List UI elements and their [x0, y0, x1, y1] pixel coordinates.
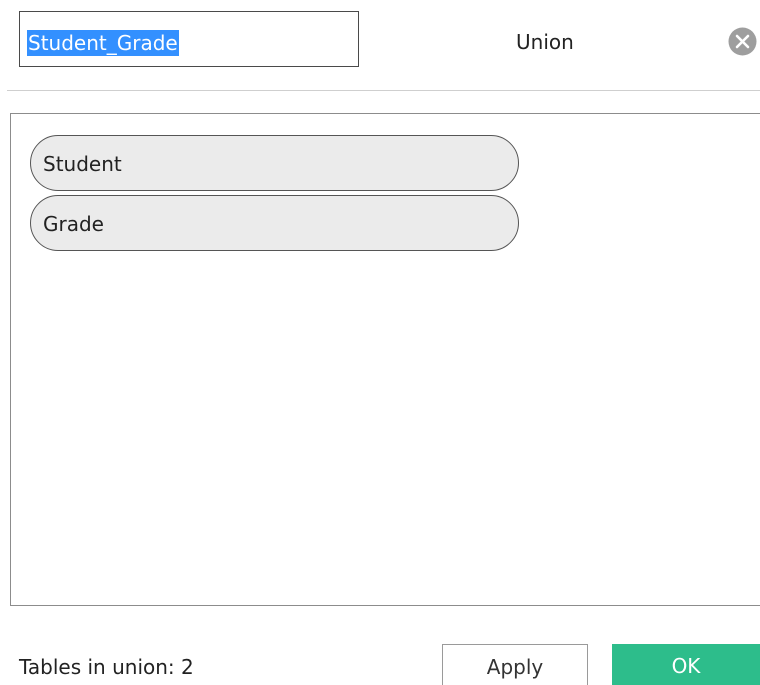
apply-button[interactable]: Apply — [442, 644, 588, 685]
close-circle-icon — [728, 27, 757, 56]
union-table-item-student[interactable]: Student — [30, 135, 519, 191]
dialog-title: Union — [516, 30, 574, 54]
union-table-label: Grade — [43, 212, 104, 236]
ok-button[interactable]: OK — [612, 644, 760, 685]
header-divider — [7, 90, 760, 91]
union-name-selected-text[interactable]: Student_Grade — [27, 30, 179, 56]
tables-in-union-count: Tables in union: 2 — [19, 655, 194, 679]
union-name-input[interactable]: Student_Grade — [19, 11, 359, 67]
union-tables-drop-area[interactable]: Student Grade — [10, 113, 760, 606]
union-table-item-grade[interactable]: Grade — [30, 195, 519, 251]
union-dialog: Student_Grade Union Student Grade Tables… — [0, 0, 760, 685]
close-button[interactable] — [727, 26, 758, 57]
union-table-label: Student — [43, 152, 122, 176]
